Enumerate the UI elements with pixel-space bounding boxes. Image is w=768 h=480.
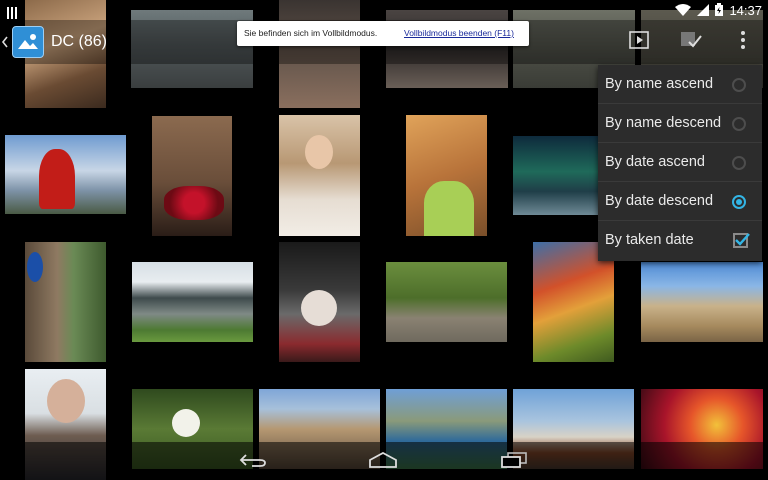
- menu-item-date-ascend[interactable]: By date ascend: [598, 143, 762, 182]
- fullscreen-message: Sie befinden sich im Vollbildmodus.: [244, 28, 378, 38]
- wifi-icon: [675, 1, 692, 20]
- photo-thumbnail[interactable]: [513, 136, 599, 215]
- menu-item-label: By name ascend: [605, 76, 714, 92]
- menu-item-label: By taken date: [605, 232, 694, 248]
- clock: 14:37: [729, 3, 762, 18]
- exit-fullscreen-link[interactable]: Vollbildmodus beenden (F11): [404, 28, 514, 38]
- overflow-menu-button[interactable]: [730, 28, 756, 56]
- menu-item-taken-date[interactable]: By taken date: [598, 221, 762, 260]
- sort-menu: By name ascend By name descend By date a…: [598, 65, 762, 261]
- checkmark-icon: [735, 233, 750, 246]
- menu-item-label: By name descend: [605, 115, 722, 131]
- radio-button[interactable]: [732, 156, 746, 170]
- menu-item-label: By date ascend: [605, 154, 705, 170]
- menu-item-name-descend[interactable]: By name descend: [598, 104, 762, 143]
- photo-thumbnail[interactable]: [132, 262, 253, 342]
- radio-button-selected[interactable]: [732, 195, 746, 209]
- back-icon: [238, 452, 268, 472]
- menu-item-name-ascend[interactable]: By name ascend: [598, 65, 762, 104]
- back-button[interactable]: [238, 452, 268, 472]
- photo-thumbnail[interactable]: [279, 242, 360, 362]
- up-chevron-icon[interactable]: [0, 32, 10, 52]
- battery-icon: [715, 1, 724, 20]
- checkbox[interactable]: [733, 233, 750, 248]
- menu-item-label: By date descend: [605, 193, 714, 209]
- home-button[interactable]: [368, 451, 398, 472]
- photo-thumbnail[interactable]: [152, 116, 232, 236]
- photo-thumbnail[interactable]: [406, 115, 487, 236]
- navigation-bar: [0, 442, 768, 480]
- select-button[interactable]: [678, 28, 704, 56]
- home-icon: [368, 451, 398, 472]
- app-gallery-icon[interactable]: [12, 26, 44, 58]
- overflow-icon: [740, 30, 746, 54]
- photo-thumbnail[interactable]: [25, 242, 106, 362]
- menu-item-date-descend[interactable]: By date descend: [598, 182, 762, 221]
- status-bar: 14:37: [0, 0, 768, 20]
- slideshow-button[interactable]: [626, 28, 652, 56]
- fullscreen-notice: Sie befinden sich im Vollbildmodus. Voll…: [237, 21, 529, 46]
- select-icon: [680, 30, 702, 54]
- slideshow-icon: [629, 31, 649, 53]
- notification-icon: [6, 4, 18, 23]
- radio-button[interactable]: [732, 78, 746, 92]
- photo-thumbnail[interactable]: [386, 262, 507, 342]
- recents-button[interactable]: [499, 452, 529, 472]
- page-title: DC (86): [51, 33, 108, 50]
- photo-thumbnail[interactable]: [279, 115, 360, 236]
- photo-thumbnail[interactable]: [5, 135, 126, 214]
- radio-button[interactable]: [732, 117, 746, 131]
- signal-icon: [697, 1, 710, 20]
- recents-icon: [500, 452, 528, 472]
- photo-thumbnail[interactable]: [641, 262, 763, 342]
